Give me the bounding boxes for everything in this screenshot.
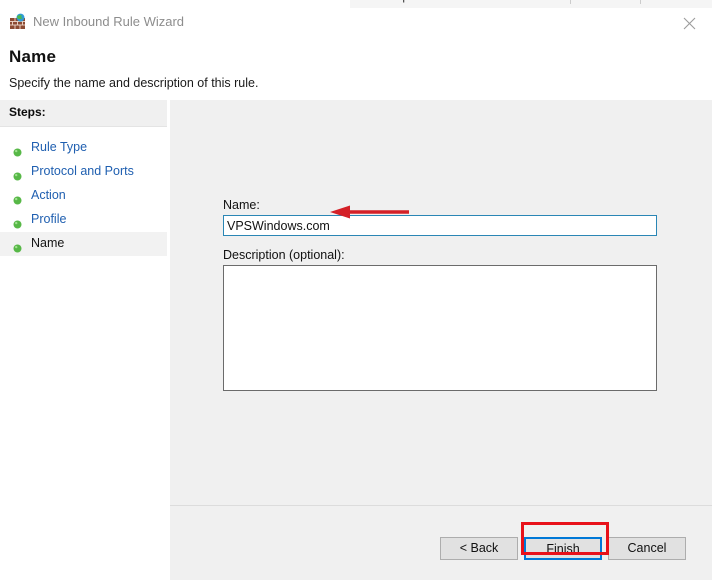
background-column-enabled: Enabled xyxy=(648,0,688,3)
sidebar-item-name[interactable]: Name xyxy=(0,232,167,256)
green-bullet-icon xyxy=(13,144,22,153)
cancel-button[interactable]: Cancel xyxy=(608,537,686,560)
firewall-brick-globe-icon xyxy=(9,13,27,31)
background-column-divider xyxy=(570,0,571,4)
sidebar-item-label: Name xyxy=(31,236,64,250)
sidebar-item-action[interactable]: Action xyxy=(0,184,167,208)
finish-button[interactable]: Finish xyxy=(524,537,602,560)
sidebar-item-label: Protocol and Ports xyxy=(31,164,134,178)
name-field-label: Name: xyxy=(223,198,260,212)
green-bullet-icon xyxy=(13,192,22,201)
background-column-divider xyxy=(640,0,641,4)
close-icon[interactable] xyxy=(666,8,712,38)
description-field-label: Description (optional): xyxy=(223,248,345,262)
page-title: Name xyxy=(9,47,56,67)
name-input[interactable] xyxy=(223,215,657,236)
page-subtitle: Specify the name and description of this… xyxy=(9,76,258,90)
sidebar-item-protocol-and-ports[interactable]: Protocol and Ports xyxy=(0,160,167,184)
sidebar-item-profile[interactable]: Profile xyxy=(0,208,167,232)
description-input[interactable] xyxy=(223,265,657,391)
background-column-group: Group xyxy=(378,0,409,3)
sidebar-item-rule-type[interactable]: Rule Type xyxy=(0,136,167,160)
dialog-title: New Inbound Rule Wizard xyxy=(33,14,184,29)
background-column-profile: Profile xyxy=(578,0,609,3)
steps-heading-label: Steps: xyxy=(9,105,46,119)
dialog-footer: < Back Finish Cancel xyxy=(170,505,712,580)
green-bullet-icon xyxy=(13,168,22,177)
steps-sidebar: Steps: Rule Type Protocol and Ports Acti… xyxy=(0,100,168,579)
steps-heading: Steps: xyxy=(0,100,167,127)
sidebar-item-label: Rule Type xyxy=(31,140,87,154)
green-bullet-icon xyxy=(13,240,22,249)
sidebar-item-label: Action xyxy=(31,188,66,202)
sidebar-item-label: Profile xyxy=(31,212,66,226)
green-bullet-icon xyxy=(13,216,22,225)
dialog-titlebar: New Inbound Rule Wizard xyxy=(0,8,712,38)
dialog-header: Name Specify the name and description of… xyxy=(0,38,712,100)
back-button[interactable]: < Back xyxy=(440,537,518,560)
new-inbound-rule-wizard-dialog: New Inbound Rule Wizard Name Specify the… xyxy=(0,8,712,579)
